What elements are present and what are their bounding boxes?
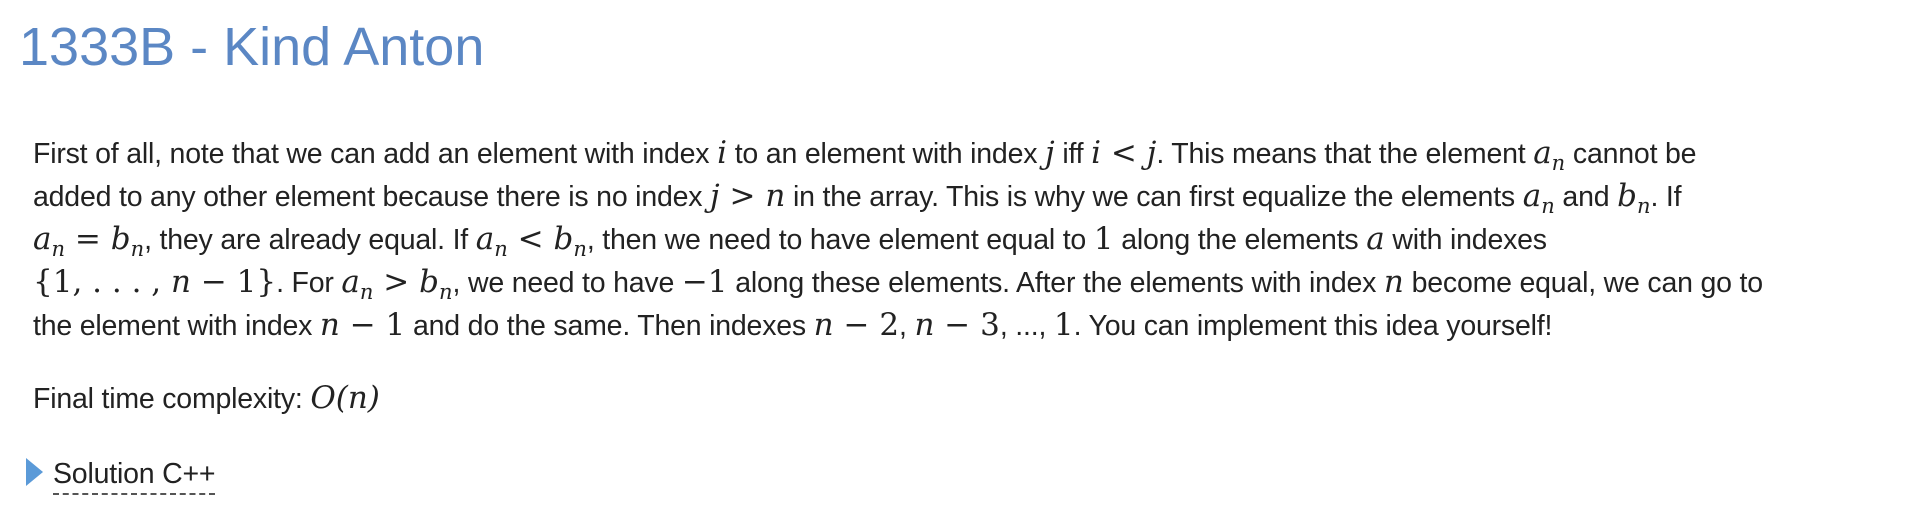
complexity-line: Final time complexity: O(n) bbox=[33, 377, 380, 421]
triangle-right-icon[interactable] bbox=[26, 458, 43, 486]
text: . For bbox=[276, 267, 342, 299]
text: become equal, we can go to bbox=[1403, 267, 1764, 299]
math-subscript: n bbox=[51, 237, 66, 261]
math-equality: an = bn bbox=[33, 221, 144, 260]
math-expression: n − 3 bbox=[914, 307, 999, 343]
math-operator: < bbox=[507, 221, 554, 257]
math-variable: a bbox=[1366, 221, 1385, 257]
text: to an element with index bbox=[727, 138, 1045, 170]
text: with indexes bbox=[1384, 224, 1547, 256]
text: , they are already equal. If bbox=[144, 224, 476, 256]
editorial-paragraph: First of all, note that we can add an el… bbox=[33, 132, 1903, 347]
math-rest: − 2 bbox=[833, 307, 900, 343]
math-operator: > bbox=[373, 264, 420, 300]
math-base: a bbox=[33, 221, 52, 257]
math-base: b bbox=[1617, 178, 1637, 214]
text: and bbox=[1554, 181, 1618, 213]
solution-spoiler-toggle[interactable]: Solution C++ bbox=[26, 455, 216, 495]
math-subscript: n bbox=[359, 280, 374, 304]
editorial-line: the element with index n − 1 and do the … bbox=[33, 304, 1903, 347]
math-a-n: an bbox=[1533, 135, 1565, 174]
math-base: a bbox=[1533, 135, 1552, 171]
text: along the elements bbox=[1113, 224, 1367, 256]
math-variable: n bbox=[914, 307, 935, 343]
math-base: a bbox=[1522, 178, 1542, 214]
math-index-j: j bbox=[1045, 135, 1055, 171]
editorial-line: added to any other element because there… bbox=[33, 175, 1903, 218]
text: along these elements. After the elements… bbox=[727, 267, 1384, 299]
text: , then we need to have element equal to bbox=[586, 224, 1094, 256]
text: cannot be bbox=[1565, 138, 1697, 170]
math-number: −1 bbox=[681, 264, 728, 300]
math-index-i: i bbox=[717, 135, 727, 171]
math-subscript: n bbox=[1636, 194, 1651, 218]
editorial-line: {1, . . . , n − 1}. For an > bn, we need… bbox=[33, 261, 1903, 304]
text: in the array. This is why we can first e… bbox=[785, 181, 1523, 213]
text: . This means that the element bbox=[1156, 138, 1534, 170]
math-rest: − 1 bbox=[339, 307, 406, 343]
math-subscript: n bbox=[1541, 194, 1555, 218]
editorial-line: First of all, note that we can add an el… bbox=[33, 132, 1903, 175]
math-number: 1 bbox=[1093, 221, 1114, 257]
text: , bbox=[899, 310, 915, 342]
complexity-label: Final time complexity: bbox=[33, 383, 311, 415]
math-inequality: an < bn bbox=[475, 221, 587, 260]
math-operator: = bbox=[65, 221, 111, 257]
math-base: b bbox=[553, 221, 574, 257]
math-set: {1, . . . , n − 1} bbox=[33, 264, 276, 300]
editorial-body: First of all, note that we can add an el… bbox=[33, 132, 1903, 416]
math-subscript: n bbox=[494, 237, 508, 261]
math-base: a bbox=[341, 264, 360, 300]
math-base: a bbox=[475, 221, 495, 257]
math-inequality: j > n bbox=[710, 178, 786, 214]
math-number: 1 bbox=[1053, 307, 1074, 343]
math-subscript: n bbox=[130, 237, 145, 261]
math-b-n: bn bbox=[1617, 178, 1650, 217]
page-title: 1333B - Kind Anton bbox=[19, 17, 485, 77]
text: , ..., bbox=[999, 310, 1054, 342]
math-a-n: an bbox=[1522, 178, 1555, 217]
text: the element with index bbox=[33, 310, 320, 342]
text: First of all, note that we can add an el… bbox=[33, 138, 718, 170]
text: . You can implement this idea yourself! bbox=[1073, 310, 1553, 342]
math-subscript: n bbox=[1551, 151, 1566, 175]
math-variable: n bbox=[171, 264, 191, 300]
math-set-open: {1, . . . , bbox=[33, 264, 171, 300]
math-expression: n − 2 bbox=[814, 307, 899, 343]
text: added to any other element because there… bbox=[33, 181, 711, 213]
math-set-close: − 1} bbox=[190, 264, 277, 300]
math-variable: n bbox=[813, 307, 834, 343]
math-inequality: an > bn bbox=[341, 264, 452, 303]
text: , we need to have bbox=[452, 267, 682, 299]
complexity-value: O(n) bbox=[310, 380, 380, 416]
editorial-line: an = bn, they are already equal. If an <… bbox=[33, 218, 1903, 261]
math-variable: n bbox=[1383, 264, 1404, 300]
text: iff bbox=[1054, 138, 1092, 170]
spoiler-label[interactable]: Solution C++ bbox=[53, 455, 216, 495]
math-subscript: n bbox=[438, 280, 453, 304]
math-expression: n − 1 bbox=[320, 307, 405, 343]
text: and do the same. Then indexes bbox=[405, 310, 814, 342]
text: . If bbox=[1650, 181, 1682, 213]
math-subscript: n bbox=[573, 237, 587, 261]
math-inequality: i < j bbox=[1091, 135, 1157, 171]
math-base: b bbox=[110, 221, 131, 257]
math-variable: n bbox=[319, 307, 340, 343]
math-rest: − 3 bbox=[934, 307, 1000, 343]
math-base: b bbox=[419, 264, 439, 300]
